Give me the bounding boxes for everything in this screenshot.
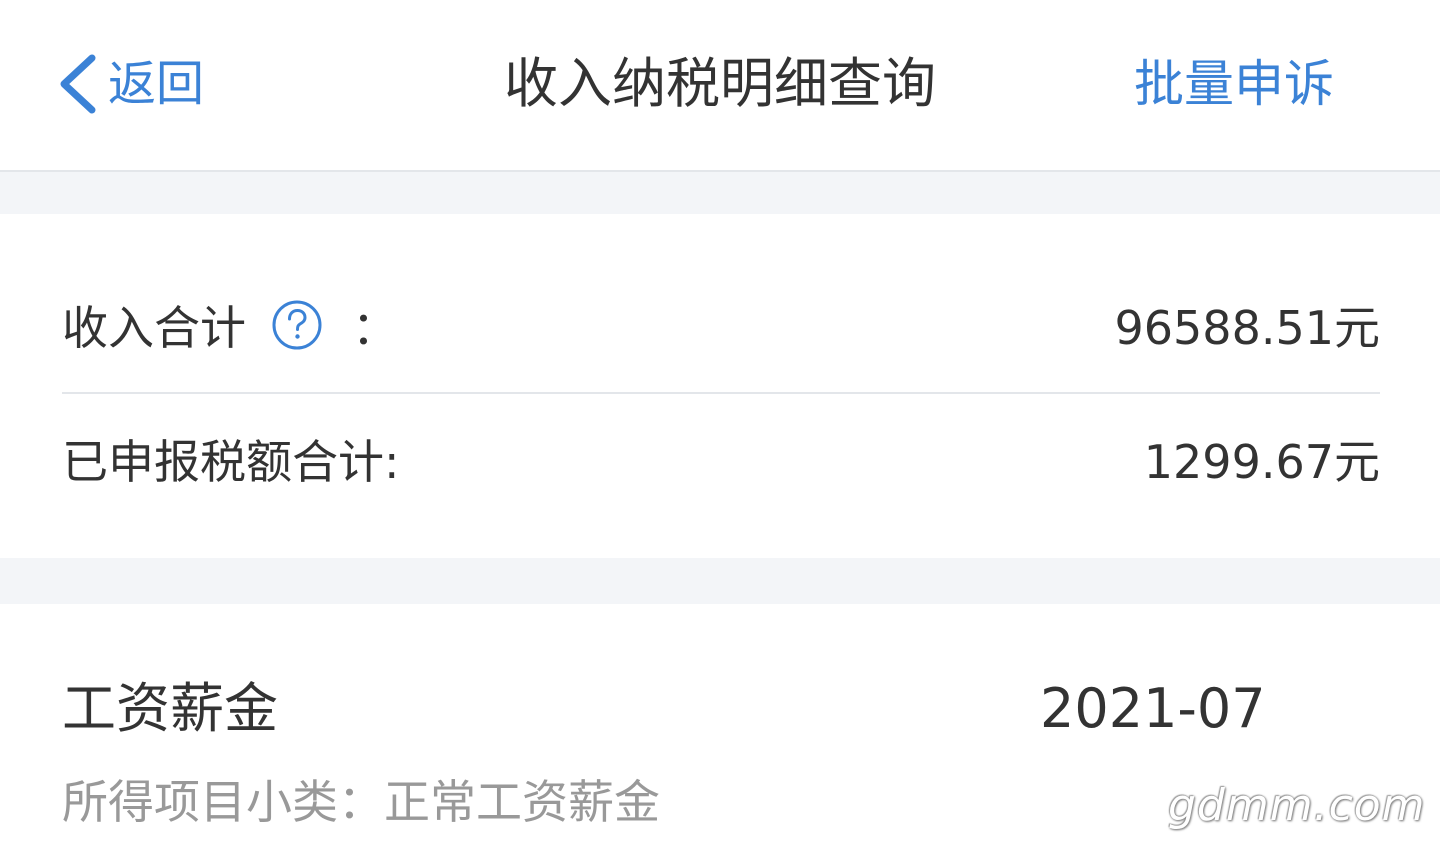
income-total-value: 96588.51元 (1114, 301, 1381, 355)
tax-total-row: 已申报税额合计: 1299.67元 (62, 414, 1380, 504)
income-type-title: 工资薪金 (62, 677, 278, 740)
summary-card: 收入合计 ： 96588.51元 已申报税额合计: 1299.67元 (0, 214, 1440, 558)
list-item[interactable]: 工资薪金 2021-07 所得项目小类：正常工资薪金 gdmm.com (0, 604, 1440, 864)
income-total-label-group: 收入合计 ： (62, 292, 398, 358)
tax-total-value: 1299.67元 (1143, 435, 1380, 489)
income-subcategory: 所得项目小类：正常工资薪金 (62, 775, 660, 829)
divider (62, 392, 1380, 394)
chevron-left-icon (60, 54, 96, 114)
page-title: 收入纳税明细查询 (504, 52, 936, 115)
page: 返回 收入纳税明细查询 批量申诉 收入合计 ： 96588.51元 已申报税额合… (0, 0, 1440, 864)
income-total-label: 收入合计 (62, 301, 246, 355)
tax-total-label: 已申报税额合计: (62, 435, 400, 489)
batch-appeal-button[interactable]: 批量申诉 (1134, 50, 1334, 118)
watermark: gdmm.com (1168, 780, 1426, 831)
income-total-row: 收入合计 ： 96588.51元 (62, 280, 1380, 370)
section-separator (0, 558, 1440, 604)
back-button[interactable]: 返回 (56, 50, 204, 118)
nav-header: 返回 收入纳税明细查询 批量申诉 (0, 0, 1440, 172)
income-total-colon: ： (352, 301, 398, 355)
question-circle-icon[interactable] (270, 298, 324, 352)
income-period: 2021-07 (1040, 677, 1266, 740)
back-label: 返回 (108, 56, 205, 112)
section-separator (0, 172, 1440, 214)
